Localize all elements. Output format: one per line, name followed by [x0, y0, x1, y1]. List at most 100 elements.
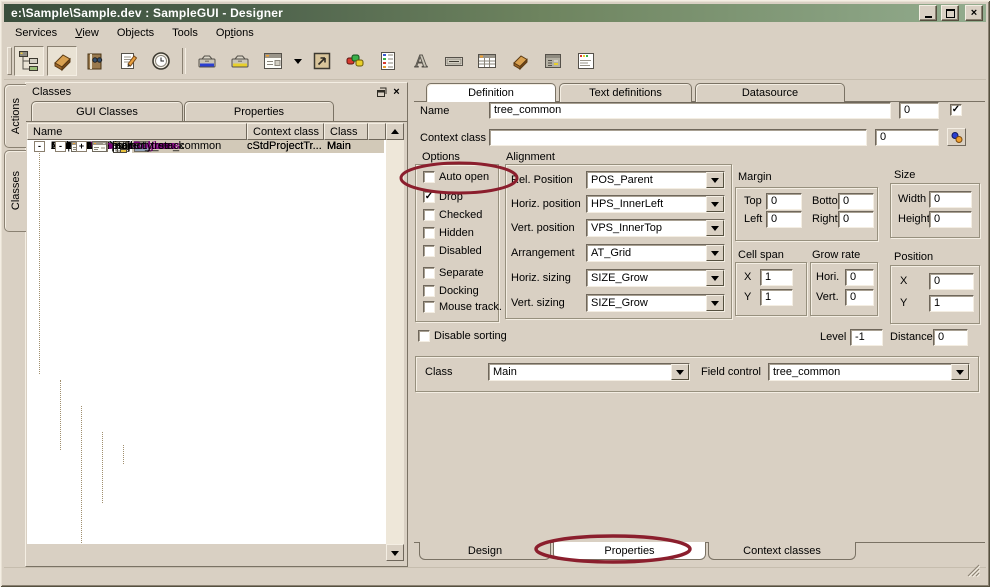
toolbar-gripper[interactable] [7, 47, 12, 75]
distance-input[interactable]: 0 [933, 329, 968, 346]
tab-datasource[interactable]: Datasource [695, 83, 845, 102]
toolbar: A [4, 43, 986, 80]
checkbox-mouse-track[interactable] [423, 301, 435, 313]
dock-tab-actions[interactable]: Actions [4, 84, 26, 148]
name-input[interactable]: tree_common [489, 102, 891, 119]
context-class-picker-button[interactable] [947, 128, 966, 146]
combo-dropdown-button[interactable] [706, 270, 724, 286]
context-number-input[interactable]: 0 [875, 129, 939, 146]
margin-input-top[interactable]: 0 [766, 193, 802, 210]
margin-input-left[interactable]: 0 [766, 211, 802, 228]
menu-item-objects[interactable]: Objects [108, 25, 163, 41]
combo-dropdown-button[interactable] [706, 220, 724, 236]
menu-bar: ServicesViewObjectsToolsOptions [4, 23, 986, 42]
toolbar-button-form-window-lg[interactable] [258, 46, 288, 76]
combo-dropdown-button[interactable] [671, 364, 689, 380]
toolbar-button-clock[interactable] [146, 46, 176, 76]
checkbox-docking[interactable] [423, 285, 435, 297]
menu-item-tools[interactable]: Tools [163, 25, 207, 41]
chevron-down-icon [676, 370, 684, 379]
size-input-width[interactable]: 0 [929, 191, 972, 208]
checkbox-drop[interactable]: ✓ [423, 191, 435, 203]
bottom-tab-context-classes[interactable]: Context classes [708, 542, 856, 560]
toolbar-button-dialog-window[interactable] [571, 46, 601, 76]
toolbar-button-book-glasses[interactable] [80, 46, 110, 76]
name-number-input[interactable]: 0 [899, 102, 939, 119]
panel-tab-properties[interactable]: Properties [184, 101, 334, 121]
collapse-minus-icon[interactable]: - [34, 141, 45, 152]
toolbar-button-drawer-yellow[interactable] [225, 46, 255, 76]
tab-definition[interactable]: Definition [426, 83, 556, 102]
toolbar-button-report[interactable] [373, 46, 403, 76]
bottom-tab-design[interactable]: Design [419, 542, 551, 560]
toolbar-button-eraser-small[interactable] [505, 46, 535, 76]
collapse-minus-icon[interactable]: - [55, 141, 66, 152]
chevron-down-icon [711, 276, 719, 285]
menu-item-options[interactable]: Options [207, 25, 263, 41]
column-header-class[interactable]: Class [324, 123, 368, 140]
close-button[interactable]: × [965, 5, 983, 21]
checkbox-disabled[interactable] [423, 245, 435, 257]
combo-horiz-position[interactable]: HPS_InnerLeft [586, 195, 725, 213]
menu-item-view[interactable]: View [66, 25, 108, 41]
toolbar-button-eraser[interactable] [47, 46, 77, 76]
context-class-input[interactable] [489, 129, 867, 146]
combo-dropdown-button[interactable] [706, 295, 724, 311]
toolbar-button-zoom-window[interactable] [307, 46, 337, 76]
position-input-y[interactable]: 1 [929, 295, 974, 312]
name-checkbox[interactable]: ✓ [950, 104, 962, 116]
size-input-height[interactable]: 0 [929, 211, 972, 228]
column-header-name[interactable]: Name [27, 123, 247, 140]
scroll-up-button[interactable] [386, 123, 404, 140]
close-panel-button[interactable]: × [389, 85, 404, 99]
combo-horiz-sizing[interactable]: SIZE_Grow [586, 269, 725, 287]
margin-input-bottom[interactable]: 0 [838, 193, 874, 210]
minimize-button[interactable] [919, 5, 937, 21]
combo-dropdown-button[interactable] [951, 364, 969, 380]
checkbox-disable-sorting[interactable] [418, 330, 430, 342]
margin-input-right[interactable]: 0 [838, 211, 874, 228]
panel-tab-gui-classes[interactable]: GUI Classes [31, 101, 183, 121]
checkbox-hidden[interactable] [423, 227, 435, 239]
combo-arrangement[interactable]: AT_Grid [586, 244, 725, 262]
float-panel-button[interactable] [374, 85, 389, 99]
position-input-x[interactable]: 0 [929, 273, 974, 290]
grow-rate-input-vert[interactable]: 0 [845, 289, 874, 306]
alignment-label-arrangement: Arrangement [511, 247, 575, 259]
expand-plus-icon[interactable]: + [76, 141, 87, 152]
combo-vert-position[interactable]: VPS_InnerTop [586, 219, 725, 237]
toolbar-button-class-tree[interactable] [14, 46, 44, 76]
dock-tab-classes[interactable]: Classes [4, 150, 26, 232]
scrollbar-track[interactable] [386, 140, 404, 544]
combo-class[interactable]: Main [488, 363, 690, 381]
toolbar-button-font-a[interactable]: A [406, 46, 436, 76]
level-input[interactable]: -1 [850, 329, 883, 346]
menu-item-services[interactable]: Services [6, 25, 66, 41]
checkbox-checked[interactable] [423, 209, 435, 221]
toolbar-button-edit-document[interactable] [113, 46, 143, 76]
combo-dropdown-button[interactable] [706, 196, 724, 212]
scroll-down-button[interactable] [386, 544, 404, 561]
toolbar-button-drawer-blue[interactable] [192, 46, 222, 76]
bottom-tab-properties[interactable]: Properties [553, 542, 706, 560]
column-header-context-class[interactable]: Context class [247, 123, 324, 140]
toolbar-button-button-widget-lg[interactable] [439, 46, 469, 76]
tab-text-definitions[interactable]: Text definitions [559, 83, 692, 102]
toolbar-button-colors[interactable] [340, 46, 370, 76]
toolbar-button-table[interactable] [472, 46, 502, 76]
combo-dropdown-button[interactable] [706, 245, 724, 261]
combo-rel-position[interactable]: POS_Parent [586, 171, 725, 189]
toolbar-dropdown-button[interactable] [291, 47, 304, 75]
maximize-button[interactable] [941, 5, 959, 21]
combo-dropdown-button[interactable] [706, 172, 724, 188]
checkbox-auto-open[interactable] [423, 171, 435, 183]
class-tree-icon [18, 50, 40, 72]
combo-vert-sizing[interactable]: SIZE_Grow [586, 294, 725, 312]
toolbar-button-grid-window[interactable] [538, 46, 568, 76]
checkbox-separate[interactable] [423, 267, 435, 279]
cell-span-input-y[interactable]: 1 [760, 289, 793, 306]
grow-rate-input-hori[interactable]: 0 [845, 269, 874, 286]
cell-span-input-x[interactable]: 1 [760, 269, 793, 286]
combo-field-control[interactable]: tree_common [768, 363, 970, 381]
resize-grip-icon[interactable] [967, 564, 980, 577]
